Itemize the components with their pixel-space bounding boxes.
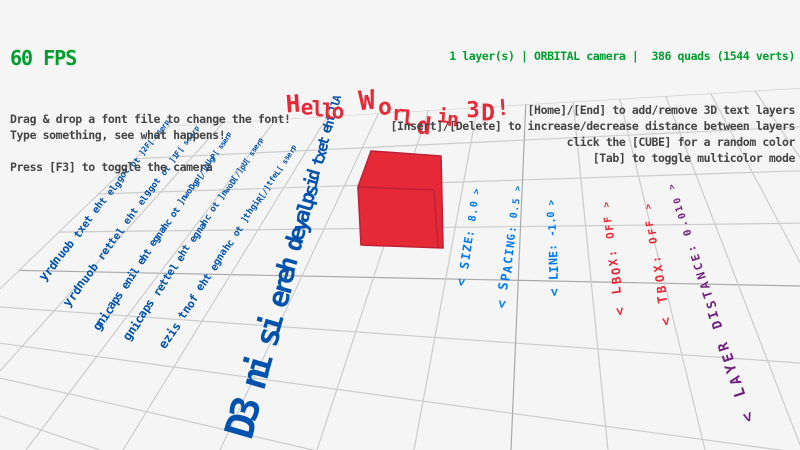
- hud-text-line: Press [F3] to toggle the camera: [10, 159, 291, 175]
- hud-text-line: [Tab] to toggle multicolor mode: [391, 150, 795, 166]
- hud-text-line: click the [CUBE] for a random color: [391, 134, 795, 150]
- grid-line: [0, 309, 800, 450]
- ground-char: O: [609, 267, 622, 276]
- ground-char: <: [548, 288, 561, 296]
- hud-right: 1 layer(s) | ORBITAL camera | 386 quads …: [391, 10, 795, 204]
- ground-char: P: [500, 273, 513, 282]
- ground-char: :: [607, 249, 619, 257]
- ground-char: N: [548, 258, 560, 265]
- 3d-text-demo-scene: press[Left]/[Right]tochangethefontsizepr…: [0, 0, 800, 450]
- ground-char: <: [614, 306, 628, 316]
- hud-text-line: Drag & drop a font file to change the fo…: [10, 111, 291, 127]
- ground-char: E: [548, 251, 560, 258]
- hud-right-lines: [Home]/[End] to add/remove 3D text layer…: [391, 102, 795, 166]
- fps-counter: 60 FPS: [10, 47, 291, 69]
- ground-char: B: [655, 284, 668, 293]
- ground-char: .: [511, 205, 521, 212]
- hud-left-lines: Drag & drop a font file to change the fo…: [10, 111, 291, 175]
- ground-char: :: [548, 244, 559, 251]
- ground-char: :: [464, 229, 476, 238]
- stats-line: 1 layer(s) | ORBITAL camera | 386 quads …: [391, 48, 795, 64]
- ground-char: I: [548, 265, 560, 273]
- hud-left: 60 FPS Drag & drop a font file to change…: [10, 9, 291, 213]
- ground-char: 0: [510, 211, 521, 218]
- ground-char: :: [651, 255, 663, 264]
- grid-line: [0, 302, 800, 450]
- ground-char: F: [646, 219, 657, 227]
- ground-char: -: [548, 230, 559, 237]
- hello-char: o: [331, 101, 345, 123]
- ground-char: S: [498, 282, 512, 291]
- ground-char: X: [608, 258, 621, 267]
- ground-char: L: [548, 273, 561, 281]
- hud-text-line: [10, 143, 291, 159]
- ground-char: <: [455, 277, 469, 287]
- hud-text-line: [Home]/[End] to add/remove 3D text layer…: [391, 102, 795, 118]
- ground-char: S: [458, 260, 471, 269]
- ground-char: 1: [548, 224, 559, 231]
- hud-text-line: [Insert]/[Delete] to increase/decrease d…: [391, 118, 795, 134]
- ground-char: .: [547, 218, 557, 224]
- ground-char: G: [506, 233, 518, 241]
- ground-char: :: [507, 226, 518, 234]
- hello-char: W: [358, 87, 377, 116]
- ground-char: A: [501, 265, 514, 274]
- grid-line: [0, 264, 800, 292]
- hud-text-line: Type something, see what happens!: [10, 127, 291, 143]
- ground-char: 0: [547, 211, 557, 217]
